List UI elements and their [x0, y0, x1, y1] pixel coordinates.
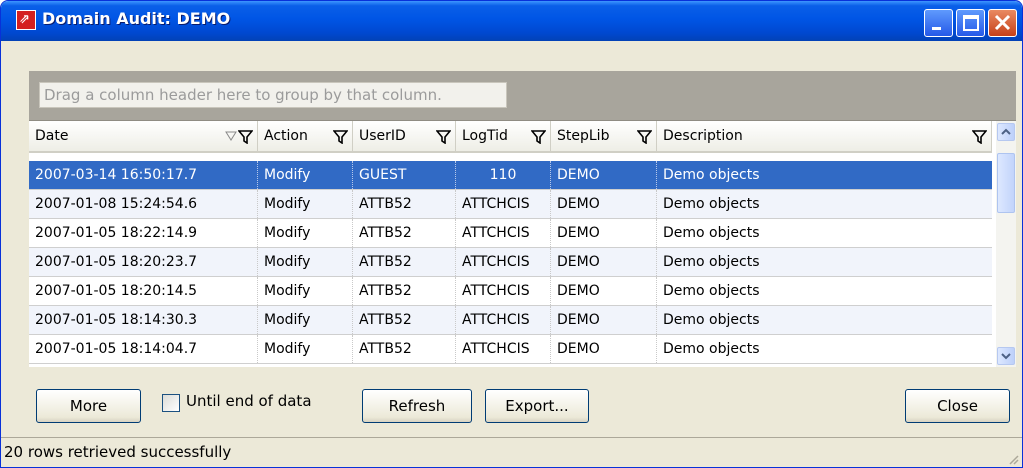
column-header-label: UserID — [359, 128, 406, 144]
cell-date: 2007-01-05 18:20:14.5 — [29, 277, 258, 305]
column-header-label: Date — [35, 128, 69, 144]
cell-date: 2007-01-05 18:20:23.7 — [29, 248, 258, 276]
filter-icon[interactable] — [333, 130, 348, 144]
scroll-down-button[interactable] — [997, 347, 1015, 365]
cell-userid: ATTB52 — [353, 248, 456, 276]
cell-action: Modify — [258, 335, 353, 363]
column-header-description[interactable]: Description — [657, 121, 992, 153]
column-header-label: Description — [663, 128, 743, 144]
cell-steplib: DEMO — [551, 306, 657, 334]
group-by-panel[interactable]: Drag a column header here to group by th… — [29, 71, 1016, 121]
column-header-logtid[interactable]: LogTid — [456, 121, 551, 153]
audit-grid: Date Action UserID LogTid StepLib Descri… — [29, 121, 996, 367]
cell-description: Demo objects — [663, 225, 760, 241]
scroll-up-button[interactable] — [997, 123, 1015, 141]
cell-date: 2007-01-05 18:14:04.7 — [29, 335, 258, 363]
cell-date: 2007-01-05 18:22:14.9 — [29, 219, 258, 247]
cell-steplib: DEMO — [551, 219, 657, 247]
cell-description: Demo objects — [663, 254, 760, 270]
cell-steplib: DEMO — [551, 248, 657, 276]
close-icon — [994, 14, 1011, 31]
until-end-label[interactable]: Until end of data — [186, 392, 312, 410]
cell-description: Demo objects — [663, 341, 760, 357]
cell-logtid: ATTCHCIS — [456, 277, 551, 305]
column-header-action[interactable]: Action — [258, 121, 353, 153]
resize-grip-icon[interactable] — [1007, 453, 1019, 465]
column-header-label: LogTid — [462, 128, 508, 144]
column-header-userid[interactable]: UserID — [353, 121, 456, 153]
cell-logtid: ATTCHCIS — [456, 219, 551, 247]
minimize-button[interactable] — [924, 9, 953, 37]
vertical-scrollbar[interactable] — [996, 121, 1016, 367]
maximize-button[interactable] — [956, 9, 985, 37]
cell-userid: ATTB52 — [353, 190, 456, 218]
column-header-label: StepLib — [557, 128, 610, 144]
table-row[interactable]: 2007-01-05 18:14:04.7 Modify ATTB52 ATTC… — [29, 335, 992, 364]
sort-indicator-icon — [225, 131, 237, 141]
filter-icon[interactable] — [637, 130, 652, 144]
cell-date: 2007-01-08 15:24:54.6 — [29, 190, 258, 218]
cell-logtid: ATTCHCIS — [456, 248, 551, 276]
filter-icon[interactable] — [972, 130, 987, 144]
cell-logtid: ATTCHCIS — [456, 335, 551, 363]
chevron-up-icon — [1001, 128, 1011, 135]
table-row[interactable]: 2007-03-14 16:50:17.7 Modify GUEST 110 D… — [29, 161, 992, 190]
title-bar[interactable]: ⇗ Domain Audit: DEMO — [1, 1, 1022, 41]
filter-icon[interactable] — [238, 130, 253, 144]
status-bar: 20 rows retrieved successfully — [1, 437, 1022, 467]
table-row[interactable]: 2007-01-05 18:22:14.9 Modify ATTB52 ATTC… — [29, 219, 992, 248]
table-row[interactable]: 2007-01-05 18:14:30.3 Modify ATTB52 ATTC… — [29, 306, 992, 335]
table-row[interactable]: 2007-01-08 15:24:54.6 Modify ATTB52 ATTC… — [29, 190, 992, 219]
cell-action: Modify — [258, 190, 353, 218]
cell-action: Modify — [258, 161, 353, 189]
maximize-icon — [963, 15, 979, 31]
cell-description: Demo objects — [663, 167, 760, 183]
window-title: Domain Audit: DEMO — [42, 9, 231, 28]
cell-userid: ATTB52 — [353, 335, 456, 363]
close-window-button[interactable] — [988, 9, 1017, 37]
cell-userid: ATTB52 — [353, 277, 456, 305]
column-header-label: Action — [264, 128, 308, 144]
export-button[interactable]: Export... — [485, 389, 589, 423]
minimize-icon — [932, 27, 941, 30]
cell-description: Demo objects — [663, 196, 760, 212]
cell-steplib: DEMO — [551, 277, 657, 305]
app-window-icon: ⇗ — [16, 10, 36, 30]
cell-action: Modify — [258, 248, 353, 276]
cell-userid: ATTB52 — [353, 219, 456, 247]
cell-userid: GUEST — [353, 161, 456, 189]
cell-logtid: ATTCHCIS — [456, 190, 551, 218]
cell-steplib: DEMO — [551, 190, 657, 218]
table-row[interactable]: 2007-01-05 18:20:14.5 Modify ATTB52 ATTC… — [29, 277, 992, 306]
refresh-button[interactable]: Refresh — [362, 389, 472, 423]
chevron-down-icon — [1001, 353, 1011, 360]
cell-date: 2007-03-14 16:50:17.7 — [29, 161, 258, 189]
more-button[interactable]: More — [36, 389, 141, 423]
cell-action: Modify — [258, 219, 353, 247]
close-button[interactable]: Close — [905, 389, 1010, 423]
status-text: 20 rows retrieved successfully — [4, 443, 232, 461]
filter-icon[interactable] — [436, 130, 451, 144]
cell-steplib: DEMO — [551, 161, 657, 189]
table-row[interactable]: 2007-01-05 18:20:23.7 Modify ATTB52 ATTC… — [29, 248, 992, 277]
until-end-checkbox[interactable] — [162, 394, 180, 412]
cell-action: Modify — [258, 306, 353, 334]
cell-steplib: DEMO — [551, 335, 657, 363]
cell-action: Modify — [258, 277, 353, 305]
cell-userid: ATTB52 — [353, 306, 456, 334]
cell-description: Demo objects — [663, 283, 760, 299]
group-by-hint: Drag a column header here to group by th… — [39, 82, 507, 108]
column-header-date[interactable]: Date — [29, 121, 258, 153]
cell-logtid: ATTCHCIS — [456, 306, 551, 334]
scroll-thumb[interactable] — [997, 153, 1015, 213]
cell-date: 2007-01-05 18:14:30.3 — [29, 306, 258, 334]
cell-logtid: 110 — [456, 161, 551, 189]
domain-audit-window: ⇗ Domain Audit: DEMO Drag a column heade… — [0, 0, 1023, 468]
column-header-steplib[interactable]: StepLib — [551, 121, 657, 153]
cell-description: Demo objects — [663, 312, 760, 328]
filter-icon[interactable] — [531, 130, 546, 144]
